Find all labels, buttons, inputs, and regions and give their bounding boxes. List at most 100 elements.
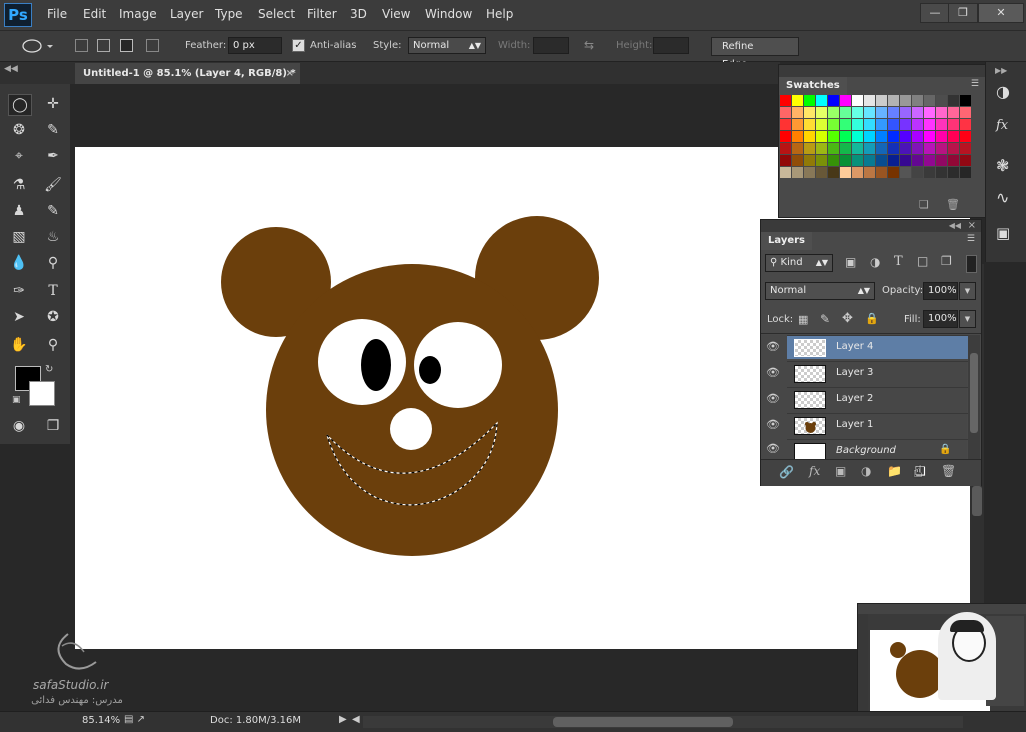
color-swatch[interactable] (960, 155, 971, 166)
layers-scroll-thumb[interactable] (970, 353, 978, 433)
color-swatch[interactable] (960, 143, 971, 154)
color-swatch[interactable] (792, 131, 803, 142)
delete-layer-icon[interactable]: 🗑 (941, 464, 956, 478)
color-swatch[interactable] (840, 95, 851, 106)
eraser-tool-icon[interactable]: ▧ (8, 227, 30, 247)
styles-fx-icon[interactable]: fx (996, 118, 1008, 133)
color-swatch[interactable] (804, 131, 815, 142)
color-swatch[interactable] (888, 131, 899, 142)
color-swatch[interactable] (780, 167, 791, 178)
fill-input[interactable]: 100% (923, 310, 958, 328)
delete-swatch-icon[interactable]: 🗑 (946, 198, 960, 211)
dodge-tool-icon[interactable]: ⚲ (42, 253, 64, 273)
filter-shape-icon[interactable]: □ (917, 254, 928, 268)
menu-image[interactable]: Image (119, 7, 157, 21)
custom-shape-tool-icon[interactable]: ✪ (42, 307, 64, 327)
color-swatch[interactable] (924, 95, 935, 106)
color-swatch[interactable] (900, 155, 911, 166)
type-tool-icon[interactable]: T (42, 281, 64, 301)
height-input[interactable] (653, 37, 689, 54)
color-swatch[interactable] (780, 107, 791, 118)
color-swatch[interactable] (852, 107, 863, 118)
visibility-eye-icon[interactable]: 👁 (760, 387, 786, 411)
close-tab-icon[interactable]: × (286, 63, 294, 84)
color-swatch[interactable] (876, 143, 887, 154)
color-swatch[interactable] (828, 119, 839, 130)
color-swatch[interactable] (780, 155, 791, 166)
paint-bucket-tool-icon[interactable]: ♨ (42, 227, 64, 247)
move-tool-icon[interactable]: ✛ (42, 94, 64, 114)
layer-row[interactable]: Layer 4 (787, 335, 968, 359)
color-swatch[interactable] (864, 143, 875, 154)
color-swatch[interactable] (780, 131, 791, 142)
blur-tool-icon[interactable]: 💧 (8, 253, 30, 273)
color-swatch[interactable] (852, 143, 863, 154)
path-selection-tool-icon[interactable]: ➤ (8, 307, 30, 327)
brush-tool-icon[interactable]: 🖌 (42, 175, 64, 195)
color-swatch[interactable] (948, 143, 959, 154)
subtract-from-selection-icon[interactable] (120, 39, 133, 52)
color-swatch[interactable] (840, 167, 851, 178)
lock-image-pixels-icon[interactable]: ✎ (820, 312, 830, 326)
color-swatch[interactable] (948, 107, 959, 118)
color-swatch[interactable] (864, 155, 875, 166)
color-swatch[interactable] (792, 167, 803, 178)
feather-input[interactable]: 0 px (228, 37, 282, 54)
3d-icon[interactable]: ▣ (996, 224, 1010, 242)
color-swatch[interactable] (876, 131, 887, 142)
elliptical-marquee-preset-icon[interactable] (20, 38, 56, 54)
color-swatch[interactable] (828, 95, 839, 106)
close-layers-icon[interactable]: × (968, 220, 976, 231)
color-swatch[interactable] (816, 131, 827, 142)
color-swatch[interactable] (828, 143, 839, 154)
color-swatch[interactable] (900, 119, 911, 130)
layer-filter-kind-select[interactable]: ⚲ Kind ▲▼ (765, 254, 833, 272)
visibility-eye-icon[interactable]: 👁 (760, 335, 786, 359)
color-swatch[interactable] (888, 155, 899, 166)
color-swatch[interactable] (888, 95, 899, 106)
filter-toggle-switch[interactable] (966, 255, 977, 273)
minimize-icon[interactable]: — (920, 3, 950, 23)
visibility-eye-icon[interactable]: 👁 (760, 413, 786, 437)
color-swatch[interactable] (948, 131, 959, 142)
color-swatch[interactable] (924, 107, 935, 118)
add-mask-icon[interactable]: ▣ (835, 464, 846, 478)
color-swatch[interactable] (780, 95, 791, 106)
color-swatch[interactable] (876, 167, 887, 178)
vertical-scroll-thumb[interactable] (972, 486, 982, 516)
color-swatch[interactable] (792, 155, 803, 166)
zoom-tool-icon[interactable]: ⚲ (42, 335, 64, 355)
swap-colors-icon[interactable]: ↻ (45, 364, 53, 375)
background-color-swatch[interactable] (29, 381, 55, 406)
color-swatch[interactable] (912, 107, 923, 118)
opacity-input[interactable]: 100% (923, 282, 958, 300)
color-swatch[interactable] (780, 119, 791, 130)
adjustments-icon[interactable]: ◑ (996, 82, 1010, 101)
history-brush-tool-icon[interactable]: ✎ (42, 201, 64, 221)
color-swatch[interactable] (936, 119, 947, 130)
default-colors-icon[interactable]: ▣ (12, 395, 21, 405)
status-menu-arrow-icon[interactable]: ▶ (339, 714, 347, 725)
color-swatch[interactable] (816, 155, 827, 166)
layer-row[interactable]: Background 🔒 (787, 439, 968, 459)
new-swatch-icon[interactable]: ❏ (919, 198, 929, 211)
color-swatch[interactable] (852, 119, 863, 130)
color-swatch[interactable] (948, 119, 959, 130)
color-swatch[interactable] (924, 119, 935, 130)
color-swatch[interactable] (936, 95, 947, 106)
horizontal-scrollbar[interactable] (363, 716, 963, 728)
crop-tool-icon[interactable]: ⌖ (8, 146, 30, 166)
width-input[interactable] (533, 37, 569, 54)
color-swatch[interactable] (900, 143, 911, 154)
color-swatch[interactable] (888, 167, 899, 178)
visibility-eye-icon[interactable]: 👁 (760, 439, 786, 459)
menu-file[interactable]: File (47, 7, 67, 21)
menu-type[interactable]: Type (215, 7, 243, 21)
add-layer-style-icon[interactable]: fx (809, 464, 820, 478)
color-swatch[interactable] (924, 155, 935, 166)
color-swatch[interactable] (840, 143, 851, 154)
color-swatch[interactable] (864, 95, 875, 106)
color-swatch[interactable] (804, 107, 815, 118)
color-swatch[interactable] (840, 119, 851, 130)
color-swatch[interactable] (900, 107, 911, 118)
